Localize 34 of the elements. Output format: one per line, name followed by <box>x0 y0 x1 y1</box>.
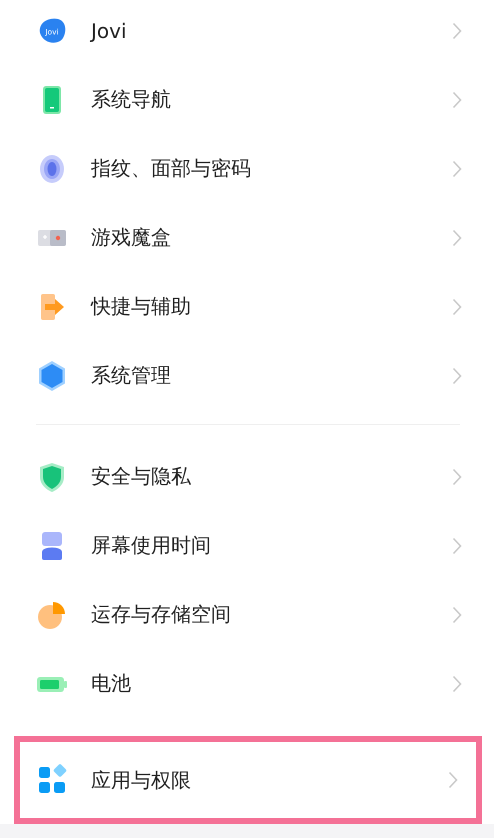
item-label: 电池 <box>91 670 132 697</box>
settings-item[interactable]: 运存与存储空间 <box>0 580 494 649</box>
chevron-icon <box>452 228 462 246</box>
chevron-icon <box>452 674 462 692</box>
item-label: 系统导航 <box>91 86 172 113</box>
chevron-icon <box>452 606 462 624</box>
item-label: 游戏魔盒 <box>91 224 172 251</box>
settings-item[interactable]: 系统管理 <box>0 341 494 410</box>
item-label: 快捷与辅助 <box>91 293 192 320</box>
item-label: 指纹、面部与密码 <box>91 155 252 182</box>
chevron-icon <box>452 468 462 486</box>
app-grid-icon <box>36 764 68 796</box>
settings-item[interactable]: 游戏魔盒 <box>0 203 494 272</box>
item-label: 屏幕使用时间 <box>91 532 212 559</box>
settings-item[interactable]: 指纹、面部与密码 <box>0 134 494 203</box>
item-label: 应用与权限 <box>91 766 192 794</box>
chevron-icon <box>448 771 458 789</box>
chevron-icon <box>452 22 462 40</box>
settings-item[interactable]: 快捷与辅助 <box>0 272 494 341</box>
item-label: 运存与存储空间 <box>91 601 232 628</box>
chevron-icon <box>452 160 462 178</box>
item-label: 安全与隐私 <box>91 463 192 490</box>
settings-item[interactable]: 电池 <box>0 649 494 718</box>
settings-item[interactable]: 安全与隐私 <box>0 442 494 511</box>
chevron-icon <box>452 536 462 554</box>
settings-item[interactable]: 系统导航 <box>0 65 494 134</box>
item-label: 系统管理 <box>91 362 172 389</box>
chevron-icon <box>452 366 462 384</box>
chevron-icon <box>452 90 462 108</box>
hexagon-icon <box>36 360 68 392</box>
settings-item[interactable]: 应用与权限 <box>20 742 476 818</box>
settings-item[interactable]: 屏幕使用时间 <box>0 511 494 580</box>
chevron-icon <box>452 298 462 316</box>
item-label: Jovi <box>91 18 128 42</box>
